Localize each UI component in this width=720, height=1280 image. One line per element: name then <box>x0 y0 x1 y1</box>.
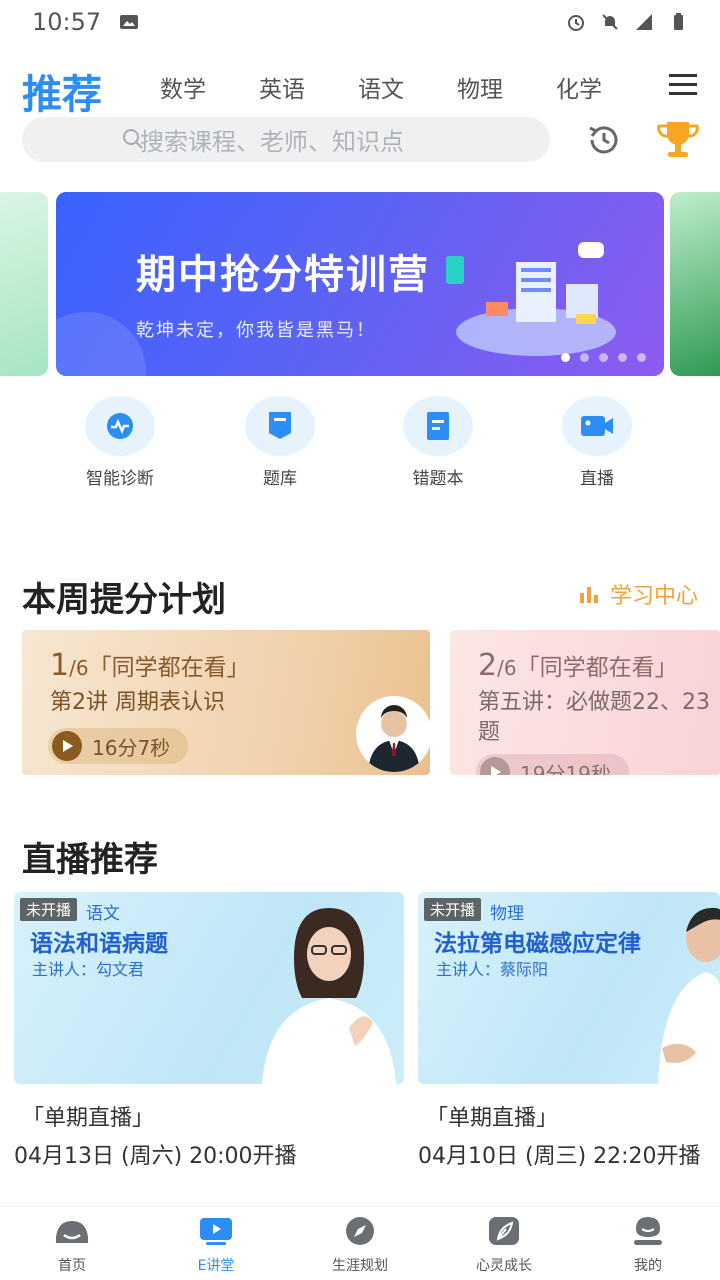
play-icon <box>52 731 82 761</box>
leaf-icon <box>489 1217 519 1245</box>
search-icon <box>123 129 143 149</box>
plan-card-index: 1/6「同学都在看」 <box>50 648 250 683</box>
tab-english[interactable]: 英语 <box>259 70 305 104</box>
banner-illustration <box>446 242 616 356</box>
live-card-type: 「单期直播」 <box>426 1106 559 1131</box>
battery-icon <box>674 13 683 30</box>
compass-icon <box>346 1217 374 1245</box>
live-card-teacher: 主讲人：勾文君 <box>32 960 145 979</box>
banner-dot[interactable] <box>580 353 589 362</box>
quick-entry-question-bank[interactable]: 题库 <box>220 396 340 489</box>
teacher-avatar <box>356 696 430 772</box>
live-card-time: 04月13日 (周六) 20:00开播 <box>14 1144 297 1169</box>
plan-card[interactable]: 1/6「同学都在看」 第2讲 周期表认识 16分7秒 <box>22 630 430 775</box>
banner-subtitle: 乾坤未定，你我皆是黑马！ <box>136 320 376 341</box>
live-card[interactable]: 物理 未开播 法拉第电磁感应定律 主讲人：蔡际阳 <box>418 892 720 1084</box>
tab-physics[interactable]: 物理 <box>457 70 503 104</box>
profile-icon <box>634 1217 662 1245</box>
video-lecture-icon <box>200 1218 232 1245</box>
image-notification-icon <box>120 15 139 29</box>
signal-icon <box>636 14 652 30</box>
teacher-photo <box>262 908 396 1084</box>
banner-dot[interactable] <box>561 353 570 362</box>
home-icon <box>56 1221 88 1243</box>
live-card-subject: 物理 <box>490 904 524 924</box>
banner-dot[interactable] <box>618 353 627 362</box>
banner-decoration <box>56 312 146 376</box>
live-section-title: 直播推荐 <box>22 840 158 880</box>
live-card[interactable]: 语文 未开播 语法和语病题 主讲人：勾文君 <box>14 892 404 1084</box>
live-card-subject: 语文 <box>86 904 120 924</box>
tab-math[interactable]: 数学 <box>160 70 206 104</box>
banner-pagination <box>561 353 646 362</box>
plan-card-lesson: 第五讲：必做题22、23题 <box>478 690 710 745</box>
mistake-book-icon <box>427 412 449 440</box>
plan-card-duration[interactable]: 16分7秒 <box>48 728 189 764</box>
diagnosis-icon <box>107 413 133 439</box>
live-card-time: 04月10日 (周三) 22:20开播 <box>418 1144 701 1169</box>
weekly-plan-title: 本周提分计划 <box>22 580 226 620</box>
quick-entry-mistake-book[interactable]: 错题本 <box>378 396 498 489</box>
quick-entry-label: 直播 <box>580 469 614 489</box>
live-status-badge: 未开播 <box>20 898 78 921</box>
banner-prev-peek[interactable] <box>0 192 48 376</box>
quick-entry-live[interactable]: 直播 <box>537 396 657 489</box>
plan-card[interactable]: 2/6「同学都在看」 第五讲：必做题22、23题 19分19秒 <box>450 630 720 775</box>
nav-item-e-lecture[interactable]: E讲堂 <box>156 1215 276 1275</box>
search-placeholder: 搜索课程、老师、知识点 <box>140 128 404 156</box>
quick-entry-diagnosis[interactable]: 智能诊断 <box>60 396 180 489</box>
nav-item-me[interactable]: 我的 <box>588 1215 708 1275</box>
teacher-photo <box>658 907 720 1084</box>
plan-card-index: 2/6「同学都在看」 <box>478 648 678 683</box>
status-bar: 10:57 <box>0 0 720 44</box>
quick-entry-label: 智能诊断 <box>86 469 154 489</box>
banner-next-peek[interactable] <box>670 192 720 376</box>
plan-card-duration[interactable]: 19分19秒 <box>476 754 629 775</box>
promo-banner[interactable]: 期中抢分特训营 乾坤未定，你我皆是黑马！ <box>56 192 664 376</box>
quick-entry-label: 题库 <box>263 469 297 489</box>
nav-item-home[interactable]: 首页 <box>12 1215 132 1275</box>
bar-chart-icon <box>579 587 598 603</box>
bottom-navigation: 首页 E讲堂 生涯规划 心灵成长 我的 <box>0 1206 720 1280</box>
tab-chinese[interactable]: 语文 <box>358 70 404 104</box>
tab-chemistry[interactable]: 化学 <box>556 70 602 104</box>
live-card-teacher: 主讲人：蔡际阳 <box>436 960 549 979</box>
banner-dot[interactable] <box>637 353 646 362</box>
banner-dot[interactable] <box>599 353 608 362</box>
nav-item-career[interactable]: 生涯规划 <box>300 1215 420 1275</box>
menu-icon[interactable] <box>666 68 700 102</box>
question-bank-icon <box>269 412 291 439</box>
nav-item-growth[interactable]: 心灵成长 <box>444 1215 564 1275</box>
history-icon[interactable] <box>584 120 624 160</box>
tab-recommend[interactable]: 推荐 <box>22 62 102 120</box>
banner-title: 期中抢分特训营 <box>136 252 430 298</box>
live-card-type: 「单期直播」 <box>22 1106 155 1131</box>
learning-center-label: 学习中心 <box>609 584 698 609</box>
status-time: 10:57 <box>32 8 102 36</box>
trophy-icon[interactable] <box>655 118 701 162</box>
live-card-title: 法拉第电磁感应定律 <box>434 931 641 957</box>
live-status-badge: 未开播 <box>424 898 482 921</box>
quick-entry-label: 错题本 <box>412 469 464 489</box>
alarm-icon <box>568 15 584 31</box>
play-icon <box>480 757 510 775</box>
search-input[interactable]: 搜索课程、老师、知识点 <box>22 117 550 162</box>
subject-tabs: 推荐 数学 英语 语文 物理 化学 <box>0 58 720 118</box>
mute-bell-icon <box>602 14 618 30</box>
learning-center-link[interactable]: 学习中心 <box>578 578 698 610</box>
live-camera-icon <box>581 416 613 436</box>
live-card-title: 语法和语病题 <box>30 931 168 957</box>
